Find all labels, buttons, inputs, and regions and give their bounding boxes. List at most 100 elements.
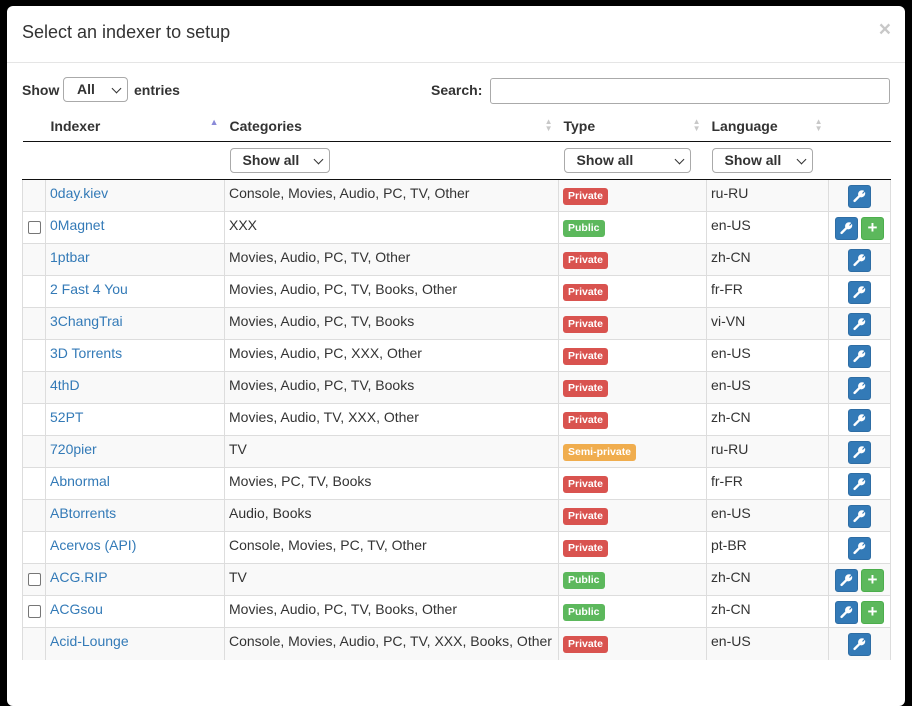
plus-icon: +: [867, 602, 878, 621]
configure-button[interactable]: [848, 537, 871, 560]
configure-button[interactable]: [848, 313, 871, 336]
wrench-icon: [853, 254, 866, 267]
actions-cell: [828, 275, 891, 308]
indexer-name-link[interactable]: 720pier: [50, 441, 97, 457]
type-badge: Private: [563, 412, 609, 429]
wrench-icon: [853, 190, 866, 203]
chevron-down-icon: [674, 154, 684, 165]
indexer-name-link[interactable]: 52PT: [50, 409, 83, 425]
search-input[interactable]: [490, 78, 890, 104]
type-badge: Private: [563, 636, 609, 653]
language-cell: en-US: [706, 371, 829, 404]
indexer-name-link[interactable]: 2 Fast 4 You: [50, 281, 128, 297]
actions-cell: [828, 371, 891, 404]
filter-cell-type: Show all: [558, 141, 707, 180]
type-badge: Private: [563, 380, 609, 397]
type-badge: Public: [563, 572, 605, 589]
indexer-name-link[interactable]: Acid-Lounge: [50, 633, 129, 649]
select-cell: [22, 307, 46, 340]
add-indexer-button[interactable]: +: [861, 569, 884, 592]
indexer-name-link[interactable]: Abnormal: [50, 473, 110, 489]
table-row: 3D Torrents Movies, Audio, PC, XXX, Other…: [22, 339, 891, 372]
configure-button[interactable]: [848, 505, 871, 528]
select-cell: [22, 211, 46, 244]
type-cell: Private: [558, 275, 707, 308]
indexer-name-cell: 3ChangTrai: [45, 307, 225, 340]
configure-button[interactable]: [848, 473, 871, 496]
indexer-name-link[interactable]: Acervos (API): [50, 537, 136, 553]
column-header-categories[interactable]: Categories ▲ ▼: [224, 110, 559, 142]
configure-button[interactable]: [848, 249, 871, 272]
indexer-name-link[interactable]: 3ChangTrai: [50, 313, 123, 329]
indexer-name-link[interactable]: 0day.kiev: [50, 185, 108, 201]
filter-cell-empty: [22, 141, 46, 180]
categories-cell: Movies, Audio, PC, TV, Books: [224, 307, 559, 340]
add-indexer-button[interactable]: +: [861, 217, 884, 240]
language-cell: zh-CN: [706, 403, 829, 436]
type-cell: Private: [558, 531, 707, 564]
select-checkbox[interactable]: [28, 573, 41, 586]
configure-button[interactable]: [848, 185, 871, 208]
configure-button[interactable]: [835, 217, 858, 240]
language-cell: en-US: [706, 627, 829, 660]
language-cell: zh-CN: [706, 243, 829, 276]
type-badge: Private: [563, 188, 609, 205]
actions-cell: [828, 627, 891, 660]
table-row: Acid-Lounge Console, Movies, Audio, PC, T…: [22, 627, 891, 660]
indexer-name-link[interactable]: 3D Torrents: [50, 345, 122, 361]
wrench-icon: [853, 542, 866, 555]
indexer-name-link[interactable]: ABtorrents: [50, 505, 116, 521]
configure-button[interactable]: [848, 633, 871, 656]
configure-button[interactable]: [848, 345, 871, 368]
close-icon[interactable]: ×: [879, 19, 891, 40]
select-checkbox[interactable]: [28, 221, 41, 234]
type-filter-select[interactable]: Show all: [563, 148, 691, 173]
entries-label: entries: [134, 82, 180, 98]
indexer-name-link[interactable]: ACG.RIP: [50, 569, 108, 585]
categories-filter-select[interactable]: Show all: [229, 148, 330, 173]
language-cell: ru-RU: [706, 435, 829, 468]
entries-length-select[interactable]: All: [63, 77, 128, 102]
configure-button[interactable]: [848, 377, 871, 400]
indexer-name-link[interactable]: 4thD: [50, 377, 80, 393]
indexer-name-cell: 720pier: [45, 435, 225, 468]
language-filter-select[interactable]: Show all: [711, 148, 813, 173]
configure-button[interactable]: [848, 441, 871, 464]
select-cell: [22, 627, 46, 660]
type-cell: Public: [558, 211, 707, 244]
actions-cell: [828, 531, 891, 564]
type-badge: Private: [563, 252, 609, 269]
type-badge: Private: [563, 508, 609, 525]
column-header-indexer[interactable]: Indexer ▲: [45, 110, 225, 142]
actions-cell: [828, 435, 891, 468]
select-cell: [22, 435, 46, 468]
table-row: 4thD Movies, Audio, PC, TV, Books Private e…: [22, 371, 891, 404]
table-row: 1ptbar Movies, Audio, PC, TV, Other Privat…: [22, 243, 891, 276]
type-cell: Private: [558, 307, 707, 340]
actions-cell: [828, 339, 891, 372]
wrench-icon: [853, 382, 866, 395]
select-checkbox[interactable]: [28, 605, 41, 618]
configure-button[interactable]: [835, 601, 858, 624]
table-row: 0Magnet XXX Public en-US +: [22, 211, 891, 244]
select-cell: [22, 467, 46, 500]
configure-button[interactable]: [848, 409, 871, 432]
plus-icon: +: [867, 218, 878, 237]
language-cell: fr-FR: [706, 467, 829, 500]
configure-button[interactable]: [848, 281, 871, 304]
configure-button[interactable]: [835, 569, 858, 592]
add-indexer-button[interactable]: +: [861, 601, 884, 624]
indexer-name-link[interactable]: ACGsou: [50, 601, 103, 617]
select-cell: [22, 339, 46, 372]
column-header-type[interactable]: Type ▲ ▼: [558, 110, 707, 142]
indexer-name-link[interactable]: 1ptbar: [50, 249, 90, 265]
entries-length-value: All: [77, 81, 95, 97]
indexer-name-link[interactable]: 0Magnet: [50, 217, 104, 233]
column-header-language[interactable]: Language ▲ ▼: [706, 110, 829, 142]
type-cell: Private: [558, 403, 707, 436]
actions-cell: +: [828, 595, 891, 628]
table-row: Acervos (API) Console, Movies, PC, TV, Ot…: [22, 531, 891, 564]
indexer-name-cell: 3D Torrents: [45, 339, 225, 372]
categories-cell: Console, Movies, PC, TV, Other: [224, 531, 559, 564]
actions-cell: [828, 243, 891, 276]
